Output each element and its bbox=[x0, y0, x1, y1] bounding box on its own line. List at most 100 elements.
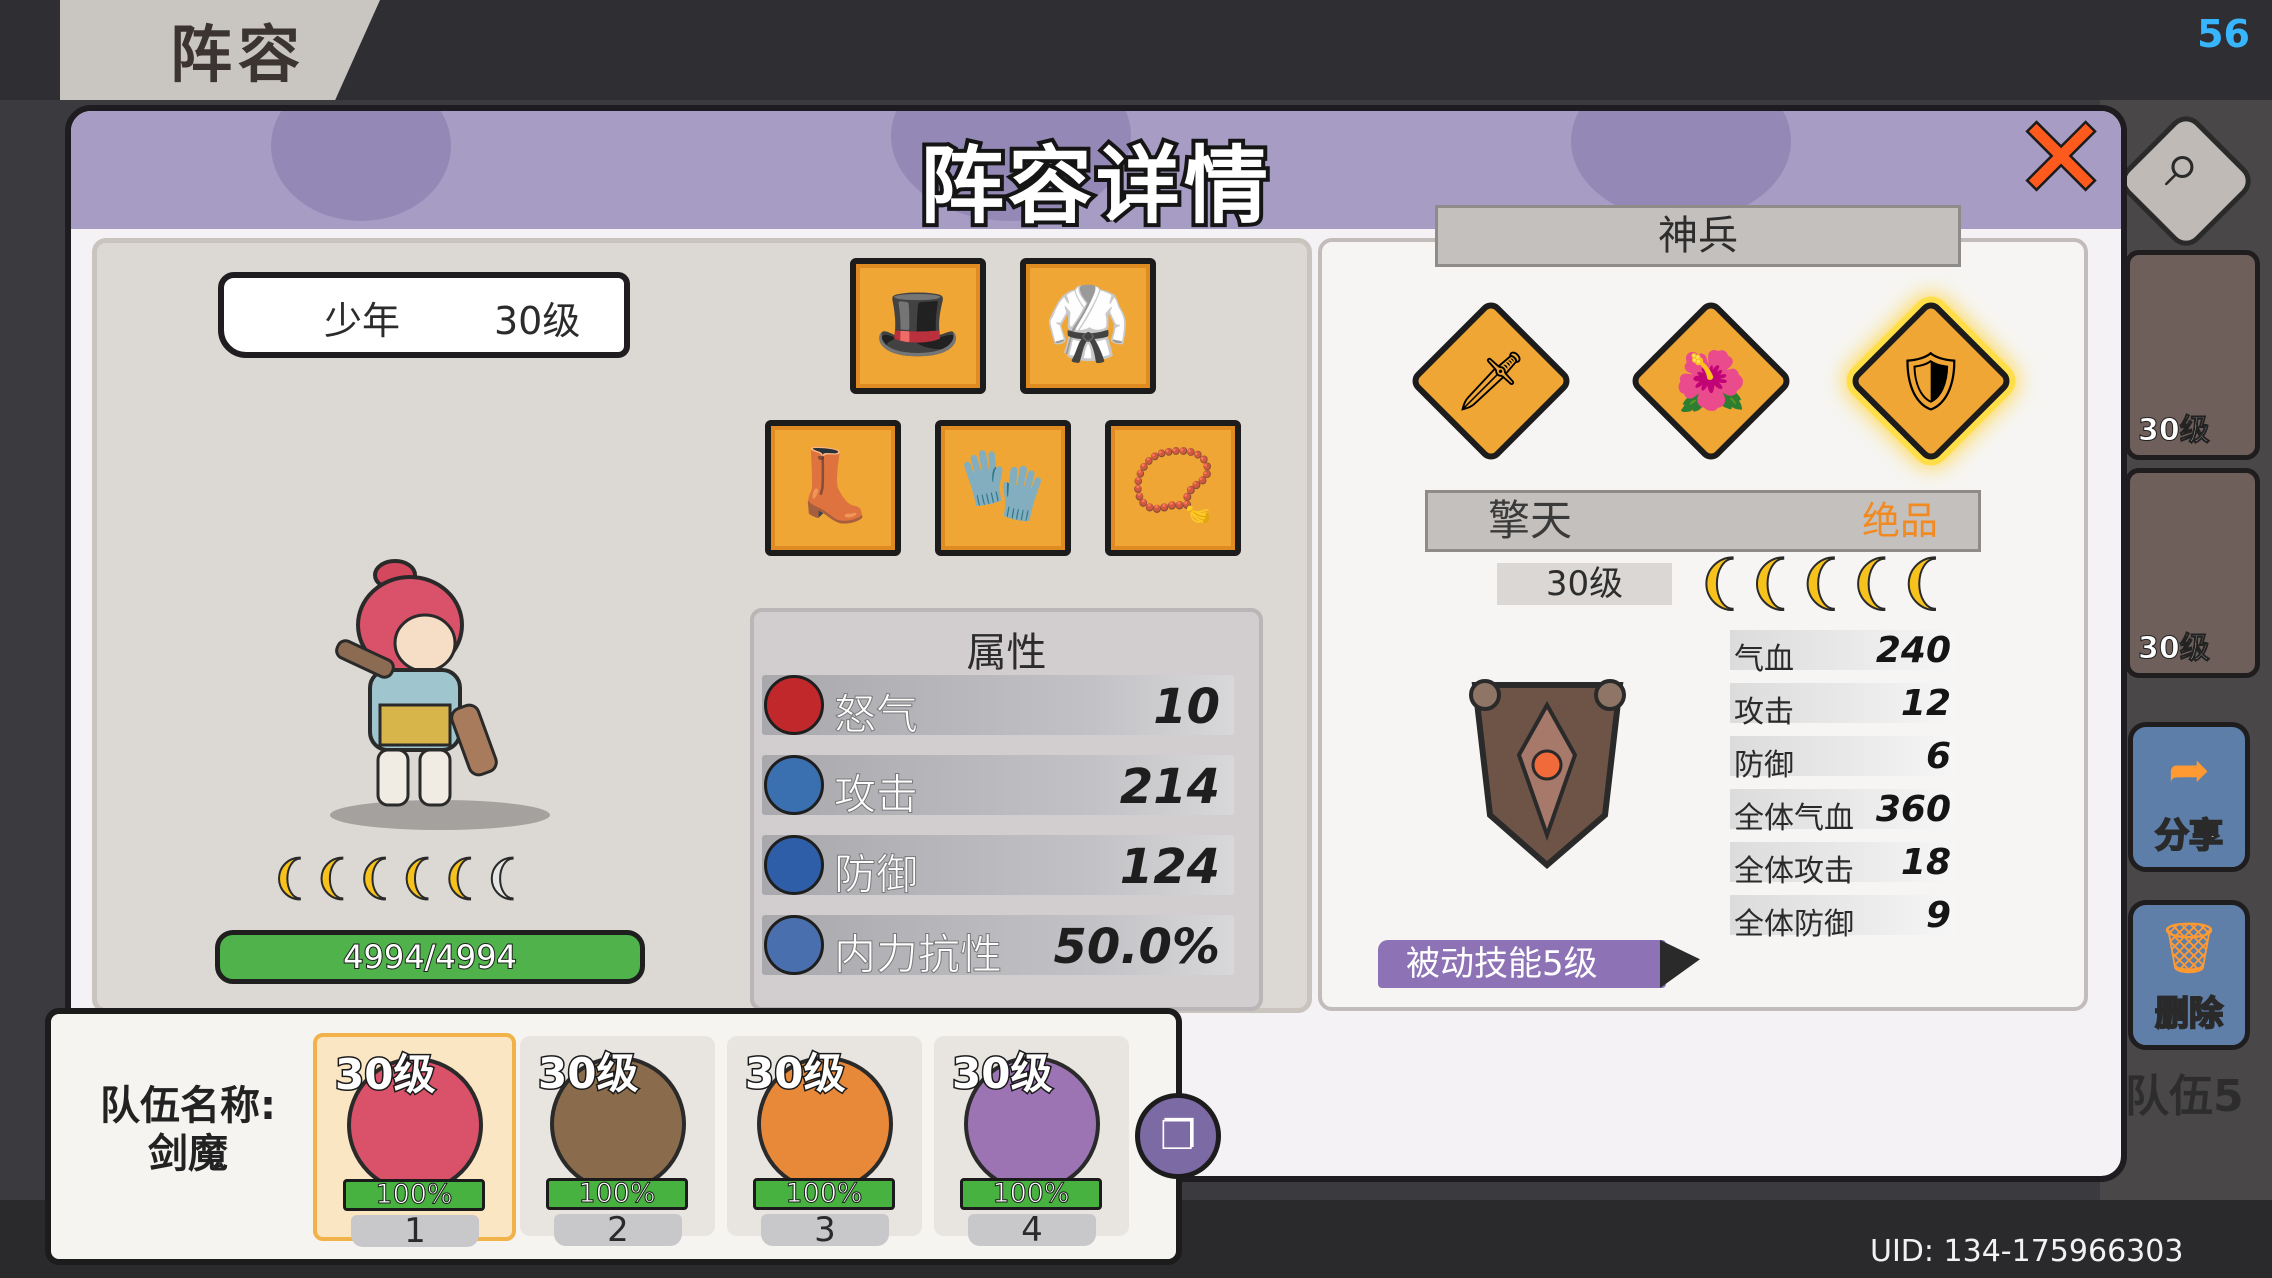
team-member-4[interactable]: 30级 100% 4 bbox=[934, 1036, 1129, 1247]
passive-skill-tag[interactable]: 被动技能5级 bbox=[1378, 940, 1666, 988]
weapon-stat-attack: 攻击 12 bbox=[1730, 683, 1955, 730]
equip-slot-beads[interactable]: 📿 bbox=[1105, 420, 1241, 556]
share-label: 分享 bbox=[2154, 815, 2224, 857]
side-card-level: 30级 bbox=[2138, 631, 2211, 667]
side-card-level: 30级 bbox=[2138, 413, 2211, 449]
team-name: 剑魔 bbox=[148, 1131, 228, 1177]
side-hero-card[interactable]: 30级 bbox=[2125, 468, 2260, 678]
swirl-icon bbox=[764, 915, 824, 975]
team-label-line1: 队伍名称: bbox=[100, 1083, 276, 1129]
member-hp: 100% bbox=[546, 1178, 688, 1210]
rage-icon bbox=[764, 675, 824, 735]
hero-figure bbox=[335, 559, 498, 807]
weapon-stat-team-attack: 全体攻击 18 bbox=[1730, 842, 1955, 889]
member-level: 30级 bbox=[743, 1048, 846, 1100]
member-slot: 3 bbox=[761, 1213, 889, 1247]
star-icon: ❨ bbox=[312, 849, 356, 905]
team5-label[interactable]: 队伍5 bbox=[2125, 1060, 2244, 1124]
star-icon: ❨ bbox=[269, 849, 313, 905]
stat-label: 攻击 bbox=[1734, 695, 1794, 730]
member-level: 30级 bbox=[950, 1048, 1053, 1100]
equip-slot-gloves[interactable]: 🧤 bbox=[935, 420, 1071, 556]
attr-row-attack: 攻击 214 bbox=[762, 755, 1234, 820]
fps-counter: 56 bbox=[2197, 12, 2250, 56]
attr-value: 124 bbox=[1119, 839, 1220, 895]
star-icon: ❨ bbox=[397, 849, 441, 905]
weapon-level: 30级 bbox=[1497, 563, 1672, 605]
weapon-name-ribbon: 擎天 绝品 bbox=[1425, 490, 1981, 552]
weapon-stat-defense: 防御 6 bbox=[1730, 736, 1955, 783]
equip-slot-boots[interactable]: 👢 bbox=[765, 420, 901, 556]
stat-value: 12 bbox=[1900, 683, 1951, 724]
hero-star-rating: ❨❨❨❨❨❨ bbox=[269, 849, 526, 905]
dagger-icon: 🗡 bbox=[1454, 347, 1528, 415]
star-icon: ❨ bbox=[482, 849, 526, 905]
stat-value: 240 bbox=[1875, 630, 1951, 671]
cards-icon: ❐ bbox=[1160, 1113, 1196, 1159]
star-icon: ❨ bbox=[354, 849, 398, 905]
star-icon: ❨ bbox=[439, 849, 483, 905]
attr-label: 攻击 bbox=[833, 770, 919, 820]
attr-label: 怒气 bbox=[833, 690, 919, 740]
team-member-3[interactable]: 30级 100% 3 bbox=[727, 1036, 922, 1247]
equip-slot-armor[interactable]: 🥋 bbox=[1020, 258, 1156, 394]
stat-label: 全体攻击 bbox=[1734, 854, 1854, 889]
member-hp: 100% bbox=[343, 1179, 485, 1211]
hero-name-plate: 少年 30级 bbox=[218, 272, 630, 358]
shield-icon bbox=[764, 835, 824, 895]
gloves-icon: 🧤 bbox=[959, 444, 1047, 526]
share-button[interactable]: ➦ 分享 bbox=[2128, 722, 2250, 872]
member-hp: 100% bbox=[753, 1178, 895, 1210]
weapon-section-title: 神兵 bbox=[1435, 205, 1961, 267]
shield-weapon-icon: 🛡 bbox=[1894, 347, 1968, 415]
stat-value: 9 bbox=[1925, 895, 1951, 936]
side-hero-card[interactable]: 30级 bbox=[2125, 250, 2260, 460]
flower-icon: 🌺 bbox=[1674, 347, 1748, 415]
stat-value: 360 bbox=[1875, 789, 1951, 830]
attr-value: 214 bbox=[1119, 759, 1220, 815]
weapon-name: 擎天 bbox=[1488, 496, 1573, 545]
weapon-stat-team-defense: 全体防御 9 bbox=[1730, 895, 1955, 942]
screen-title: 阵容 bbox=[170, 18, 307, 91]
delete-button[interactable]: 🗑 删除 bbox=[2128, 900, 2250, 1050]
member-slot: 4 bbox=[968, 1213, 1096, 1247]
team-name-label: 队伍名称: 剑魔 bbox=[88, 1082, 288, 1178]
attributes-title: 属性 bbox=[966, 630, 1047, 676]
member-hp: 100% bbox=[960, 1178, 1102, 1210]
member-slot: 2 bbox=[554, 1213, 682, 1247]
stat-value: 18 bbox=[1900, 842, 1951, 883]
hat-icon: 🎩 bbox=[874, 282, 962, 364]
attr-label: 防御 bbox=[833, 850, 919, 900]
weapon-star-rating: ❨❨❨❨❨ bbox=[1694, 547, 1948, 617]
team-member-2[interactable]: 30级 100% 2 bbox=[520, 1036, 715, 1247]
delete-label: 删除 bbox=[2154, 993, 2224, 1035]
switch-team-button[interactable]: ❐ bbox=[1135, 1093, 1221, 1179]
attr-row-rage: 怒气 10 bbox=[762, 675, 1234, 740]
attr-value: 50.0% bbox=[1053, 919, 1220, 975]
sword-icon bbox=[764, 755, 824, 815]
share-icon: ➦ bbox=[2168, 741, 2210, 799]
member-slot: 1 bbox=[351, 1214, 479, 1248]
beads-icon: 📿 bbox=[1129, 444, 1217, 526]
equip-slot-hat[interactable]: 🎩 bbox=[850, 258, 986, 394]
weapon-figure bbox=[1469, 679, 1626, 869]
weapon-stat-team-hp: 全体气血 360 bbox=[1730, 789, 1955, 836]
attr-row-resistance: 内力抗性 50.0% bbox=[762, 915, 1234, 980]
uid-text: UID: 134-175966303 bbox=[1870, 1234, 2184, 1269]
weapon-quality: 绝品 bbox=[1861, 499, 1938, 543]
attr-row-defense: 防御 124 bbox=[762, 835, 1234, 900]
boots-icon: 👢 bbox=[789, 444, 877, 526]
member-level: 30级 bbox=[333, 1049, 436, 1101]
close-button[interactable]: ✕ bbox=[2013, 101, 2110, 216]
stat-label: 防御 bbox=[1734, 748, 1794, 783]
armor-icon: 🥋 bbox=[1044, 282, 1132, 364]
hero-level: 30级 bbox=[494, 299, 581, 343]
team-member-1[interactable]: 30级 100% 1 bbox=[313, 1033, 516, 1248]
weapon-stat-hp: 气血 240 bbox=[1730, 630, 1955, 677]
attr-value: 10 bbox=[1153, 679, 1220, 735]
stat-label: 气血 bbox=[1734, 642, 1794, 677]
hero-name: 少年 bbox=[324, 299, 401, 343]
member-level: 30级 bbox=[536, 1048, 639, 1100]
stat-label: 全体防御 bbox=[1734, 907, 1854, 942]
stat-label: 全体气血 bbox=[1734, 801, 1854, 836]
